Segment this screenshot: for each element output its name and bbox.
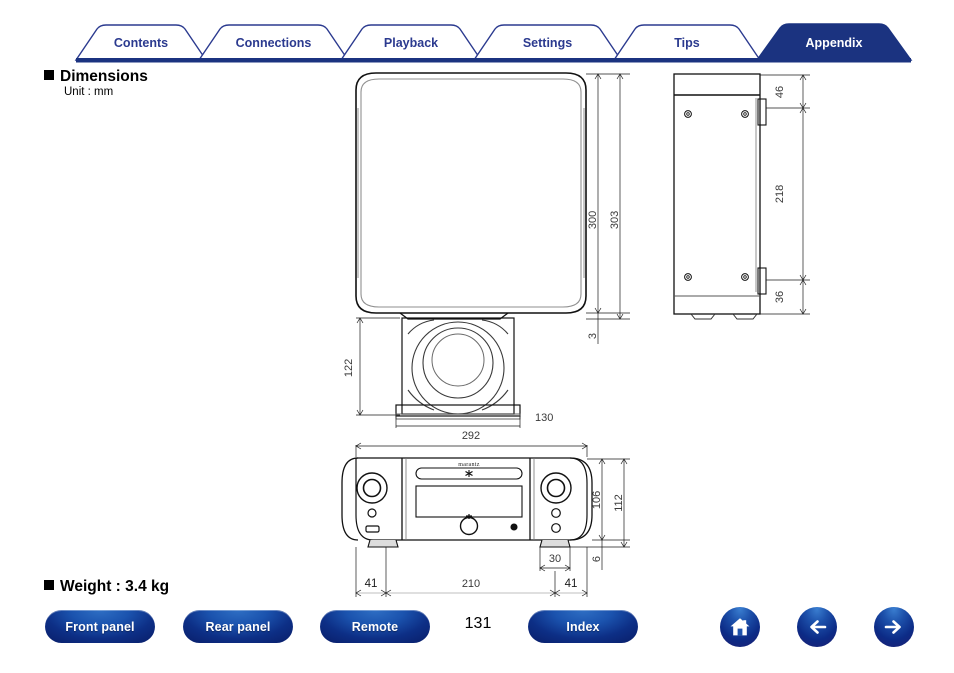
dim-6-text: 6 <box>591 556 603 562</box>
panel-button-left <box>367 508 377 518</box>
section-tab-bar: Contents Connections Playback Settings T… <box>0 22 954 64</box>
front-elevation-drawing: 300 303 3 122 130 <box>330 68 650 433</box>
tab-label-connections[interactable]: Connections <box>199 36 348 50</box>
brand-logo: marantz <box>458 462 479 468</box>
panel-chassis-outline <box>355 457 588 541</box>
screw-icon <box>686 112 690 116</box>
side-bracket-bottom <box>757 267 767 295</box>
rear-panel-button[interactable]: Rear panel <box>183 610 293 643</box>
front-panel-button-label: Front panel <box>65 619 135 634</box>
dim-3-text: 3 <box>587 333 599 339</box>
side-foot-right <box>732 313 758 320</box>
disc-slot-marker-icon <box>465 470 473 477</box>
panel-button-right-2 <box>551 523 561 533</box>
screw-icon <box>684 110 692 118</box>
stand-driver-outer-circle <box>411 321 505 415</box>
dim-106-text: 106 <box>591 491 603 509</box>
side-elevation-drawing: 46 218 36 <box>655 68 835 333</box>
remote-sensor-icon <box>510 523 518 531</box>
dim-292-text: 292 <box>462 430 480 442</box>
panel-foot-left <box>367 539 399 548</box>
screw-icon <box>741 110 749 118</box>
tab-label-tips[interactable]: Tips <box>614 36 760 50</box>
tab-label-playback[interactable]: Playback <box>341 36 481 50</box>
screw-icon <box>743 275 747 279</box>
arrow-right-icon <box>884 620 901 634</box>
volume-knob-right-inner <box>546 478 566 498</box>
unit-outer-shell <box>355 72 587 314</box>
side-bracket-top <box>757 98 767 126</box>
dim-130-text: 130 <box>535 412 553 424</box>
dim-218-text: 218 <box>774 185 786 203</box>
screw-icon <box>743 112 747 116</box>
panel-button-right-1 <box>551 508 561 518</box>
tab-baseline-rule <box>76 58 911 63</box>
dim-122-text: 122 <box>343 359 355 377</box>
dim-300-text: 300 <box>587 211 599 229</box>
volume-knob-left <box>356 472 388 504</box>
index-button-label: Index <box>566 619 600 634</box>
usb-port-icon <box>365 525 380 533</box>
front-panel-drawing: 292 marantz 106 112 6 30 41 210 41 <box>330 425 650 610</box>
dim-46-text: 46 <box>774 86 786 98</box>
stand-column <box>401 317 515 415</box>
panel-right-cheek <box>569 457 593 541</box>
side-foot-left <box>690 313 716 320</box>
home-button[interactable] <box>720 607 760 647</box>
stand-driver-mid-circle <box>422 327 494 399</box>
screw-icon <box>684 273 692 281</box>
tab-label-appendix[interactable]: Appendix <box>757 36 911 50</box>
page-number: 131 <box>464 615 492 632</box>
unit-front-face <box>360 78 582 308</box>
index-button[interactable]: Index <box>528 610 638 643</box>
volume-knob-right <box>540 472 572 504</box>
dimensions-heading-text: Dimensions <box>60 68 148 85</box>
screw-icon <box>686 275 690 279</box>
tab-label-contents[interactable]: Contents <box>76 36 206 50</box>
dim-210-text: 210 <box>462 578 480 590</box>
display-window <box>415 485 523 518</box>
stand-corner-arc-br <box>481 389 509 411</box>
dim-36-text: 36 <box>774 291 786 303</box>
remote-button-label: Remote <box>351 619 399 634</box>
arrow-left-icon <box>810 620 827 634</box>
rear-panel-button-label: Rear panel <box>205 619 271 634</box>
next-page-button[interactable] <box>874 607 914 647</box>
stand-driver-inner-circle <box>431 333 485 387</box>
weight-heading-text: Weight : 3.4 kg <box>60 578 170 595</box>
volume-knob-left-inner <box>362 478 382 498</box>
remote-button[interactable]: Remote <box>320 610 430 643</box>
unit-label: Unit : mm <box>64 86 114 98</box>
front-panel-button[interactable]: Front panel <box>45 610 155 643</box>
center-control-knob <box>459 516 479 536</box>
dim-303-text: 303 <box>609 211 621 229</box>
bullet-square-icon <box>44 580 54 590</box>
dimensions-heading: Dimensions <box>44 68 148 86</box>
dim-41-right-text: 41 <box>565 578 578 590</box>
screw-icon <box>741 273 749 281</box>
dim-30-text: 30 <box>549 553 561 565</box>
stand-corner-arc-bl <box>407 389 435 411</box>
tab-label-settings[interactable]: Settings <box>474 36 621 50</box>
dim-41-left-text: 41 <box>365 578 378 590</box>
weight-heading: Weight : 3.4 kg <box>44 578 169 596</box>
home-icon <box>730 618 750 636</box>
bullet-square-icon <box>44 70 54 80</box>
appendix-dimensions-page: Contents Connections Playback Settings T… <box>0 0 954 673</box>
previous-page-button[interactable] <box>797 607 837 647</box>
panel-foot-right <box>539 539 571 548</box>
dim-112-text: 112 <box>613 494 625 512</box>
